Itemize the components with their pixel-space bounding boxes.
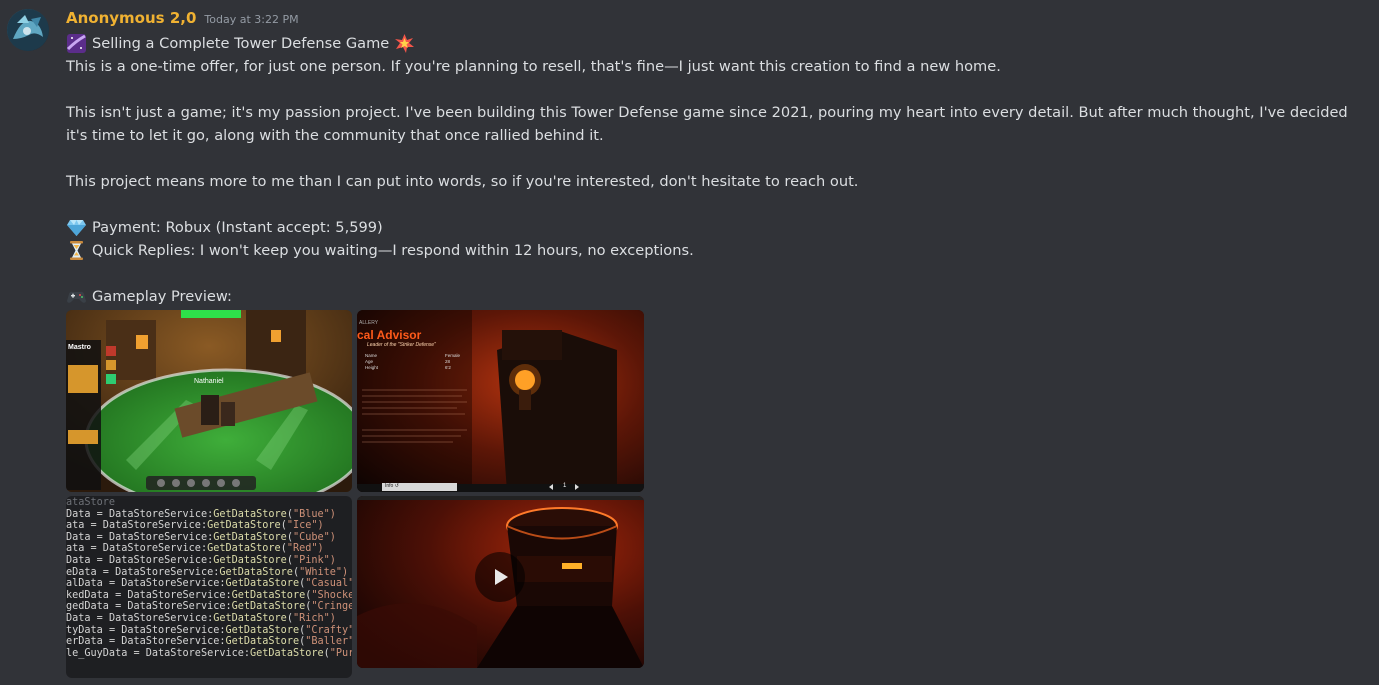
- play-button[interactable]: [475, 552, 525, 602]
- page-indicator: 1: [563, 483, 567, 489]
- character-title: cal Advisor: [357, 328, 422, 342]
- avatar-image: [7, 9, 49, 51]
- gameplay-screenshot[interactable]: Nathaniel Mastro: [66, 310, 352, 492]
- message-content: Selling a Complete Tower Defense Game Th…: [66, 32, 1366, 308]
- code-line: Data = DataStoreService:GetDataStore("Cu…: [66, 531, 336, 543]
- code-line: le_GuyData = DataStoreService:GetDataSto…: [66, 647, 352, 659]
- code-line: eData = DataStoreService:GetDataStore("W…: [66, 566, 349, 578]
- code-line: Data = DataStoreService:GetDataStore("Ri…: [66, 612, 336, 624]
- character-subtitle: Leader of the "Striker Defense": [367, 342, 436, 348]
- title-line: Selling a Complete Tower Defense Game: [66, 32, 1366, 55]
- author-name[interactable]: Anonymous 2,0: [66, 9, 196, 27]
- code-line: Data = DataStoreService:GetDataStore("Pi…: [66, 554, 336, 566]
- unit-panel-label: Mastro: [68, 344, 91, 351]
- video-thumbnail[interactable]: [357, 496, 644, 668]
- avatar[interactable]: [7, 9, 49, 51]
- stat-label: Height: [365, 365, 379, 370]
- code-line: ata = DataStoreService:GetDataStore("Red…: [66, 543, 324, 555]
- gallery-header: ALLERY: [359, 320, 379, 326]
- message-header: Anonymous 2,0 Today at 3:22 PM: [66, 9, 299, 29]
- payment-line: Payment: Robux (Instant accept: 5,599): [66, 216, 1366, 239]
- code-line: gedData = DataStoreService:GetDataStore(…: [66, 601, 352, 613]
- replies-line: Quick Replies: I won't keep you waiting—…: [66, 239, 1366, 262]
- chat-message: Anonymous 2,0 Today at 3:22 PM Selling a…: [0, 0, 1379, 685]
- code-block: ataStore Data = DataStoreService:GetData…: [66, 496, 352, 678]
- milky-way-icon: [66, 33, 87, 54]
- game-controller-icon: [66, 286, 87, 307]
- character-stats-values: Female 28 6'2: [445, 353, 460, 371]
- collision-icon: [394, 33, 415, 54]
- paragraph-1: This is a one-time offer, for just one p…: [66, 58, 1001, 75]
- code-line: Data = DataStoreService:GetDataStore("Bl…: [66, 508, 336, 520]
- stat-value: 6'2: [445, 365, 451, 370]
- code-line: alData = DataStoreService:GetDataStore("…: [66, 578, 352, 590]
- image-gallery: Nathaniel Mastro ALLERY cal Advisor Lead…: [66, 310, 644, 678]
- character-stats-labels: Name Age Height: [365, 353, 378, 371]
- paragraph-2: This isn't just a game; it's my passion …: [66, 104, 1348, 144]
- paragraph-3: This project means more to me than I can…: [66, 173, 859, 190]
- code-line: tyData = DataStoreService:GetDataStore("…: [66, 624, 352, 636]
- preview-text: Gameplay Preview:: [92, 288, 232, 305]
- message-title: Selling a Complete Tower Defense Game: [92, 35, 390, 52]
- code-screenshot[interactable]: ataStore Data = DataStoreService:GetData…: [66, 496, 352, 678]
- code-line: erData = DataStoreService:GetDataStore("…: [66, 636, 352, 648]
- character-gallery-screenshot[interactable]: ALLERY cal Advisor Leader of the "Strike…: [357, 310, 644, 492]
- code-header: ataStore: [66, 497, 116, 508]
- info-button[interactable]: Info ↺: [385, 483, 399, 489]
- gem-icon: [66, 217, 87, 238]
- message-timestamp: Today at 3:22 PM: [204, 13, 299, 26]
- hourglass-icon: [66, 240, 87, 261]
- preview-line: Gameplay Preview:: [66, 285, 1366, 308]
- gameplay-scene: [66, 310, 352, 492]
- code-line: kedData = DataStoreService:GetDataStore(…: [66, 589, 352, 601]
- payment-text: Payment: Robux (Instant accept: 5,599): [92, 219, 383, 236]
- code-line: ata = DataStoreService:GetDataStore("Ice…: [66, 520, 324, 532]
- play-icon: [495, 569, 508, 585]
- replies-text: Quick Replies: I won't keep you waiting—…: [92, 242, 694, 259]
- player-name-tag: Nathaniel: [194, 378, 224, 385]
